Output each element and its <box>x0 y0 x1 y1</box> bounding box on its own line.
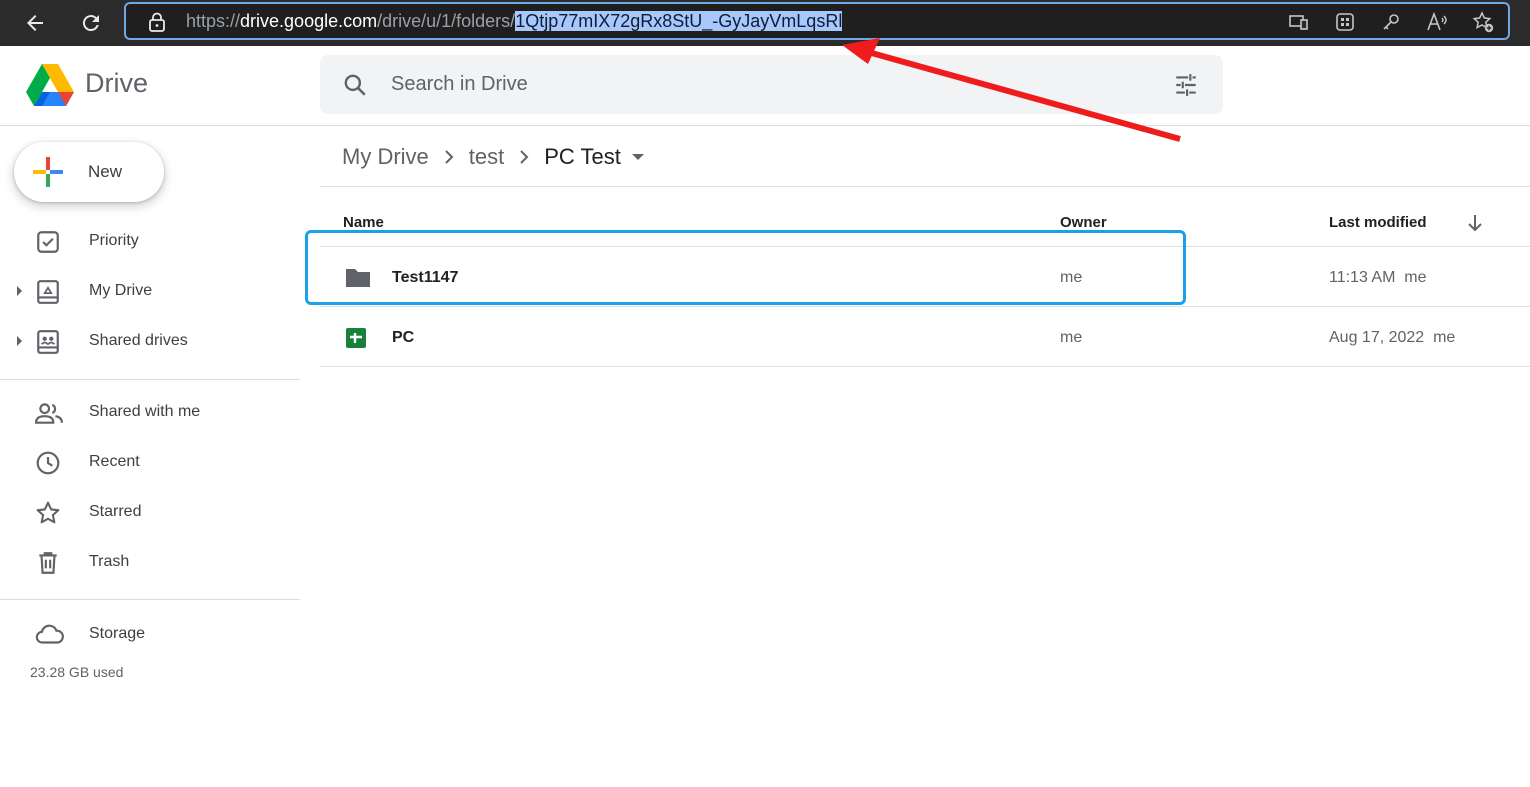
expand-caret-icon[interactable] <box>14 284 24 303</box>
priority-icon <box>35 229 61 255</box>
search-bar[interactable]: Search in Drive <box>320 55 1223 114</box>
expand-caret-icon[interactable] <box>14 334 24 353</box>
sidebar-item-my-drive[interactable]: My Drive <box>0 271 300 311</box>
dropdown-arrow-icon[interactable] <box>631 152 645 162</box>
lock-icon <box>148 12 166 37</box>
sidebar-item-storage[interactable]: Storage <box>0 614 300 654</box>
app-name[interactable]: Drive <box>85 68 148 99</box>
key-icon[interactable] <box>1380 11 1402 33</box>
read-aloud-icon[interactable] <box>1426 11 1448 33</box>
extensions-icon[interactable] <box>1334 11 1356 33</box>
drive-header: Drive Search in Drive <box>0 46 1530 126</box>
reload-button[interactable] <box>76 8 106 38</box>
sidebar-item-shared-drives[interactable]: Shared drives <box>0 321 300 361</box>
breadcrumb: My Drive test PC Test <box>342 142 645 172</box>
address-bar[interactable]: https://drive.google.com/drive/u/1/folde… <box>124 2 1510 40</box>
sidebar-item-shared-with-me[interactable]: Shared with me <box>0 392 300 432</box>
column-header-last-modified[interactable]: Last modified <box>1329 214 1427 231</box>
drive-logo-icon[interactable] <box>26 64 74 112</box>
people-icon <box>34 400 63 426</box>
search-input[interactable]: Search in Drive <box>391 73 528 96</box>
sidebar-item-label: Shared drives <box>89 332 188 349</box>
sidebar-divider <box>0 599 300 600</box>
sidebar-item-label: Trash <box>89 553 130 570</box>
clock-icon <box>35 450 61 476</box>
column-header-name[interactable]: Name <box>343 214 384 231</box>
search-options-icon[interactable] <box>1173 72 1199 103</box>
sidebar-item-label: Starred <box>89 503 142 520</box>
breadcrumb-my-drive[interactable]: My Drive <box>342 144 429 170</box>
address-bar-actions <box>1288 11 1494 33</box>
app-available-icon[interactable] <box>1288 11 1310 33</box>
sidebar-divider <box>0 379 300 380</box>
highlight-box <box>305 230 1186 305</box>
url-prefix: https:// <box>186 11 241 31</box>
browser-toolbar: https://drive.google.com/drive/u/1/folde… <box>0 0 1530 46</box>
table-divider <box>320 366 1530 367</box>
trash-icon <box>35 550 61 576</box>
file-last-modified: Aug 17, 2022 me <box>1329 329 1456 346</box>
sidebar-item-recent[interactable]: Recent <box>0 442 300 482</box>
back-arrow-icon <box>27 15 43 31</box>
column-header-owner[interactable]: Owner <box>1060 214 1107 231</box>
file-name: PC <box>392 329 415 346</box>
sidebar-item-priority[interactable]: Priority <box>0 221 300 261</box>
search-icon[interactable] <box>342 72 368 103</box>
sidebar-item-starred[interactable]: Starred <box>0 492 300 532</box>
sidebar-item-label: Shared with me <box>89 403 201 420</box>
my-drive-icon <box>35 279 61 305</box>
plus-icon <box>33 157 63 192</box>
star-icon <box>35 500 61 526</box>
storage-used-text: 23.28 GB used <box>30 664 124 680</box>
url-text[interactable]: https://drive.google.com/drive/u/1/folde… <box>186 11 843 32</box>
sidebar-item-trash[interactable]: Trash <box>0 542 300 582</box>
google-sheets-icon <box>344 326 368 355</box>
url-folder-id-selected: 1Qtjp77mIX72gRx8StU_-GyJayVmLqsRl <box>515 11 843 31</box>
breadcrumb-test[interactable]: test <box>469 144 504 170</box>
url-host: drive.google.com <box>240 11 378 31</box>
sidebar-item-label: Priority <box>89 232 139 249</box>
file-last-modified: 11:13 AM me <box>1329 269 1427 286</box>
breadcrumb-divider <box>320 186 1530 187</box>
new-button[interactable]: New <box>14 142 164 202</box>
chevron-right-icon <box>443 149 455 165</box>
shared-drives-icon <box>35 329 61 355</box>
table-row[interactable]: PC me Aug 17, 2022 me <box>320 307 1530 367</box>
sidebar-item-label: Storage <box>89 625 146 642</box>
new-button-label: New <box>88 162 123 181</box>
add-favorite-icon[interactable] <box>1472 11 1494 33</box>
sort-direction-icon[interactable] <box>1466 213 1484 238</box>
chevron-right-icon <box>518 149 530 165</box>
file-owner: me <box>1060 329 1083 346</box>
cloud-icon <box>35 622 65 648</box>
url-path: /drive/u/1/folders/ <box>377 11 516 31</box>
reload-icon <box>82 15 99 32</box>
sidebar-item-label: My Drive <box>89 282 153 299</box>
sidebar-item-label: Recent <box>89 453 140 470</box>
back-button[interactable] <box>20 8 50 38</box>
breadcrumb-current-folder[interactable]: PC Test <box>544 144 621 170</box>
